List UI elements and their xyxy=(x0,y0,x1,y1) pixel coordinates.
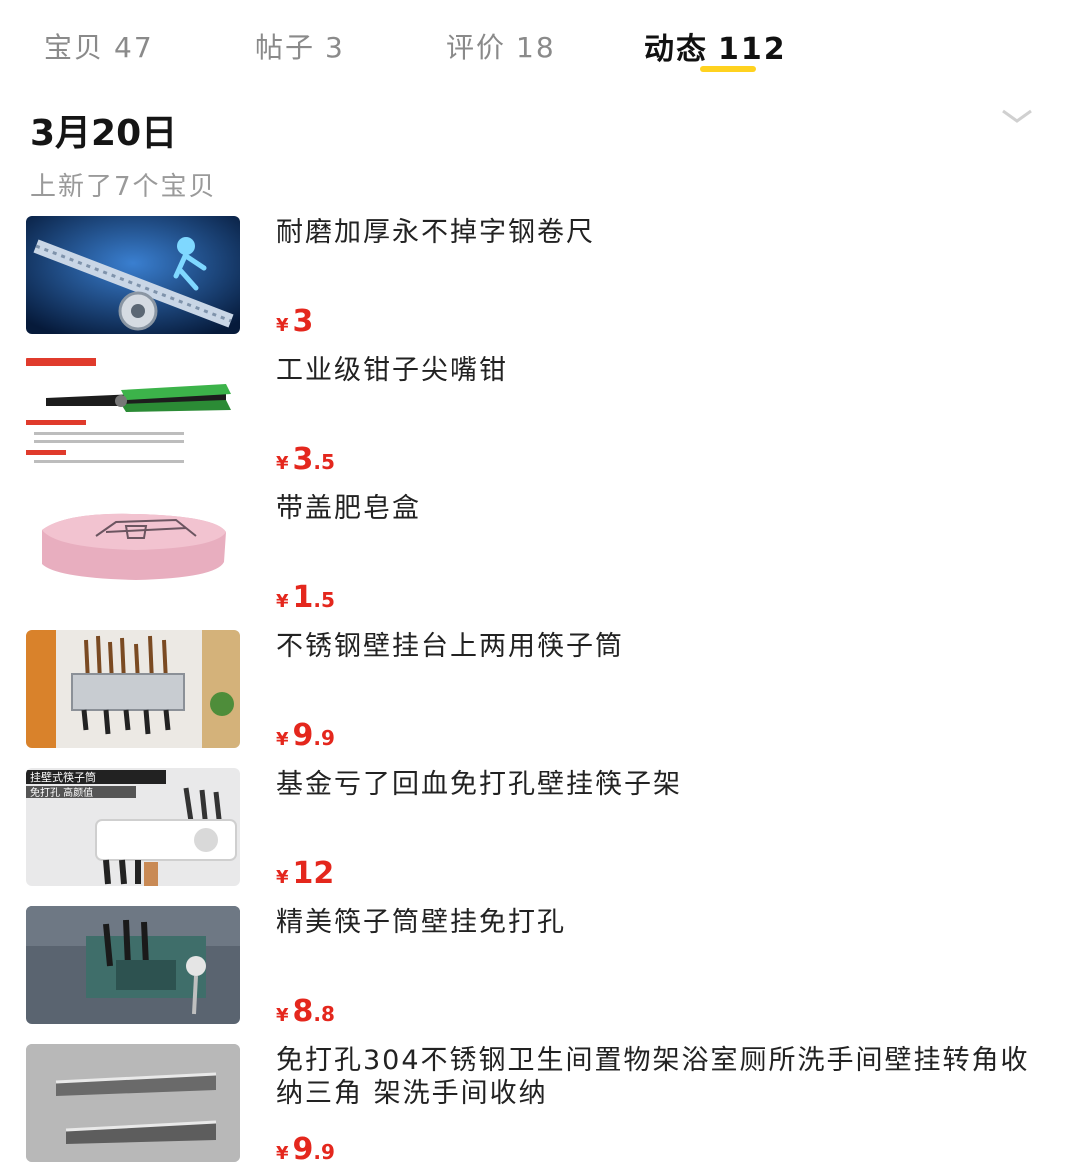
tab-count: 47 xyxy=(114,31,154,64)
product-item[interactable]: 挂壁式筷子筒 免打孔 高颜值 基金亏了回血免打孔壁挂筷子架 ¥12 xyxy=(0,768,1080,898)
tab-count: 112 xyxy=(718,32,787,67)
price-integer: 12 xyxy=(292,856,335,891)
chopstick-holder-image[interactable] xyxy=(26,630,240,748)
product-price: ¥3 xyxy=(276,304,313,339)
green-chopstick-holder-image[interactable] xyxy=(26,906,240,1024)
price-decimal: .9 xyxy=(313,1140,335,1164)
thumb-caption: 挂壁式筷子筒 xyxy=(30,770,96,784)
tab-label: 帖子 xyxy=(255,31,316,64)
product-title: 不锈钢壁挂台上两用筷子筒 xyxy=(276,631,624,662)
tab-label: 评价 xyxy=(446,31,507,64)
price-decimal: .8 xyxy=(313,1002,335,1026)
product-item[interactable]: 工业级钳子尖嘴钳 ¥3.5 xyxy=(0,354,1080,484)
product-price: ¥1.5 xyxy=(276,580,335,615)
feed-summary: 上新了7个宝贝 xyxy=(30,172,217,202)
wall-chopstick-rack-image[interactable]: 挂壁式筷子筒 免打孔 高颜值 xyxy=(26,768,240,886)
product-price: ¥12 xyxy=(276,856,334,891)
tab-count: 3 xyxy=(325,31,345,64)
soap-box-image[interactable] xyxy=(26,492,240,610)
active-tab-indicator xyxy=(700,66,756,72)
tab-reviews[interactable]: 评价 18 xyxy=(446,26,556,66)
product-item[interactable]: 带盖肥皂盒 ¥1.5 xyxy=(0,492,1080,622)
currency-symbol: ¥ xyxy=(276,729,289,750)
currency-symbol: ¥ xyxy=(276,867,289,888)
price-integer: 9 xyxy=(292,718,314,753)
tape-measure-image[interactable] xyxy=(26,216,240,334)
price-decimal: .9 xyxy=(313,726,335,750)
product-item[interactable]: 耐磨加厚永不掉字钢卷尺 ¥3 xyxy=(0,216,1080,346)
product-title: 带盖肥皂盒 xyxy=(276,493,421,524)
tab-label: 动态 xyxy=(644,32,708,67)
tab-label: 宝贝 xyxy=(44,31,105,64)
pliers-image[interactable] xyxy=(26,354,240,472)
corner-shelf-image[interactable] xyxy=(26,1044,240,1162)
product-title: 工业级钳子尖嘴钳 xyxy=(276,355,508,386)
product-item[interactable]: 不锈钢壁挂台上两用筷子筒 ¥9.9 xyxy=(0,630,1080,760)
currency-symbol: ¥ xyxy=(276,591,289,612)
product-item[interactable]: 精美筷子筒壁挂免打孔 ¥8.8 xyxy=(0,906,1080,1036)
product-title: 精美筷子筒壁挂免打孔 xyxy=(276,907,566,938)
currency-symbol: ¥ xyxy=(276,1143,289,1164)
product-title: 免打孔304不锈钢卫生间置物架浴室厕所洗手间壁挂转角收纳三角 架洗手间收纳 xyxy=(276,1045,1030,1109)
product-item[interactable]: 免打孔304不锈钢卫生间置物架浴室厕所洗手间壁挂转角收纳三角 架洗手间收纳 ¥9… xyxy=(0,1044,1080,1174)
tab-activity[interactable]: 动态 112 xyxy=(644,24,787,68)
currency-symbol: ¥ xyxy=(276,453,289,474)
currency-symbol: ¥ xyxy=(276,315,289,336)
price-integer: 1 xyxy=(292,580,314,615)
price-integer: 3 xyxy=(292,304,314,339)
product-price: ¥3.5 xyxy=(276,442,335,477)
product-price: ¥9.9 xyxy=(276,718,335,753)
tab-count: 18 xyxy=(516,31,556,64)
currency-symbol: ¥ xyxy=(276,1005,289,1026)
price-decimal: .5 xyxy=(313,588,335,612)
price-decimal: .5 xyxy=(313,450,335,474)
product-title: 基金亏了回血免打孔壁挂筷子架 xyxy=(276,769,682,800)
tab-posts[interactable]: 帖子 3 xyxy=(255,26,345,66)
price-integer: 8 xyxy=(292,994,314,1029)
tab-items[interactable]: 宝贝 47 xyxy=(44,26,154,66)
thumb-caption: 免打孔 高颜值 xyxy=(30,786,93,799)
product-title: 耐磨加厚永不掉字钢卷尺 xyxy=(276,217,595,248)
product-price: ¥8.8 xyxy=(276,994,335,1029)
chevron-down-icon[interactable] xyxy=(1000,106,1034,126)
feed-date: 3月20日 xyxy=(30,113,178,154)
tab-bar: 宝贝 47 帖子 3 评价 18 动态 112 xyxy=(0,0,1080,90)
price-integer: 3 xyxy=(292,442,314,477)
